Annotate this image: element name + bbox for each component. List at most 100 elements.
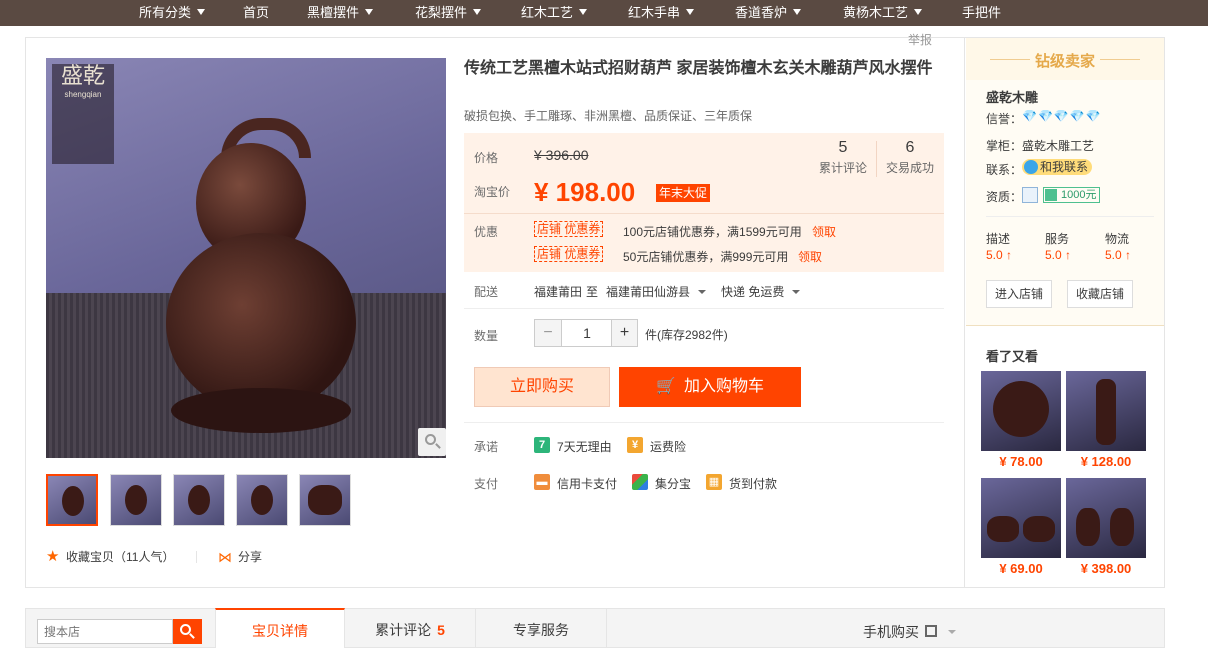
divider [986, 216, 1154, 217]
decrease-button[interactable]: − [535, 320, 562, 346]
main-product-image[interactable]: 盛乾 shengqian [46, 58, 446, 458]
promise-item[interactable]: 7天无理由 [557, 438, 612, 455]
cash-on-delivery-icon: ▦ [706, 474, 722, 490]
thumbnail[interactable] [236, 474, 288, 526]
nav-item-redwood-bracelet[interactable]: 红木手串 [628, 0, 695, 26]
caret-down-icon [698, 290, 707, 294]
buy-now-button[interactable]: 立即购买 [474, 367, 610, 407]
shop-name[interactable]: 盛乾木雕 [986, 87, 1038, 106]
logo-subtext: shengqian [64, 90, 102, 99]
logo-text: 盛乾 [60, 64, 105, 89]
quantity-label: 数量 [474, 329, 499, 343]
nav-label: 手把件 [962, 5, 1002, 20]
contact-button[interactable]: 和我联系 [1022, 159, 1093, 175]
nav-label: 首页 [243, 5, 270, 20]
nav-item-incense[interactable]: 香道香炉 [735, 0, 802, 26]
tab-label: 宝贝详情 [252, 623, 308, 639]
shop-search-input[interactable] [37, 619, 173, 644]
caret-down-icon [365, 9, 374, 15]
bond-amount: 1000元 [1061, 189, 1097, 201]
share-link[interactable]: 分享 [238, 548, 262, 566]
delivery-destination-select[interactable]: 福建莆田仙游县 [606, 283, 707, 300]
gourd-base [171, 388, 351, 433]
reviews-stat[interactable]: 5 累计评论 [810, 137, 876, 177]
method-text: 快递 免运费 [721, 285, 785, 299]
report-link[interactable]: 举报 [908, 31, 932, 48]
thumbnail[interactable] [46, 474, 98, 526]
nav-item-rosewood[interactable]: 花梨摆件 [415, 0, 482, 26]
claim-coupon-link[interactable]: 领取 [798, 248, 822, 265]
quantity-input[interactable] [563, 320, 611, 346]
seller-level: 钻级卖家 [1034, 53, 1095, 70]
bond-icon [1045, 189, 1057, 201]
original-price: ¥ 396.00 [534, 147, 589, 163]
current-price: ¥ 198.00 [534, 177, 636, 207]
fav-item-link[interactable]: 收藏宝贝（11人气） [66, 548, 174, 566]
thumbnail[interactable] [173, 474, 225, 526]
delivery-method-select[interactable]: 快递 免运费 [721, 283, 801, 300]
nav-label: 香道香炉 [735, 5, 788, 20]
payment-label: 支付 [474, 477, 499, 491]
nav-label: 红木工艺 [521, 5, 574, 20]
keeper-label: 掌柜： [986, 139, 1023, 153]
reviews-count: 5 [838, 139, 848, 156]
nav-item-ebony[interactable]: 黑檀摆件 [307, 0, 374, 26]
claim-coupon-link[interactable]: 领取 [812, 223, 836, 240]
search-button[interactable] [173, 619, 202, 644]
price-panel: 价格 ¥ 396.00 淘宝价 ¥ 198.00 年末大促 5 累计评论 6 交… [464, 133, 944, 272]
enter-shop-button[interactable]: 进入店铺 [986, 280, 1053, 308]
share-icon[interactable]: ⋈ [218, 548, 232, 566]
keeper-name: 盛乾木雕工艺 [1022, 139, 1095, 153]
tab-services[interactable]: 专享服务 [476, 608, 607, 648]
also-viewed-price[interactable]: ¥ 398.00 [1066, 561, 1146, 576]
product-title: 传统工艺黑檀木站式招财葫芦 家居装饰檀木玄关木雕葫芦风水摆件 [464, 60, 933, 77]
nav-label: 黄杨木工艺 [843, 5, 909, 20]
also-viewed-image[interactable] [981, 478, 1061, 558]
also-viewed-image[interactable] [1066, 371, 1146, 451]
taobao-price-label: 淘宝价 [474, 185, 511, 199]
caret-down-icon [579, 9, 588, 15]
payment-item[interactable]: 集分宝 [655, 475, 691, 492]
score-label: 描述 [986, 232, 1011, 246]
payment-item[interactable]: 货到付款 [729, 475, 777, 492]
also-viewed-price[interactable]: ¥ 128.00 [1066, 454, 1146, 469]
nav-label: 黑檀摆件 [307, 5, 360, 20]
delivery-from: 福建莆田 [534, 285, 583, 299]
payment-item[interactable]: 信用卡支付 [557, 475, 617, 492]
nav-item-all-categories[interactable]: 所有分类 [139, 0, 206, 26]
tab-item-details[interactable]: 宝贝详情 [215, 608, 345, 648]
thumbnail[interactable] [110, 474, 162, 526]
also-viewed-price[interactable]: ¥ 69.00 [981, 561, 1061, 576]
also-viewed-image[interactable] [1066, 478, 1146, 558]
qr-code-icon[interactable] [925, 625, 937, 637]
divider [1100, 59, 1140, 60]
fav-share-row: ★ 收藏宝贝（11人气） ⋈ 分享 [46, 548, 306, 566]
credit-card-icon: ▬ [534, 474, 550, 490]
coupon-tag: 店铺 优惠券 [534, 221, 604, 237]
tab-count: 5 [437, 622, 445, 638]
wangwang-icon [1024, 160, 1038, 174]
certification-icon[interactable] [1022, 187, 1038, 203]
fav-shop-button[interactable]: 收藏店铺 [1067, 280, 1134, 308]
star-icon[interactable]: ★ [46, 548, 59, 566]
divider [196, 551, 197, 563]
tab-reviews[interactable]: 累计评论 5 [345, 608, 476, 648]
delivery-label: 配送 [474, 285, 499, 299]
caret-down-icon [914, 9, 923, 15]
bond-badge[interactable]: 1000元 [1043, 187, 1101, 203]
nav-item-redwood-craft[interactable]: 红木工艺 [521, 0, 588, 26]
coupon-tag: 店铺 优惠券 [534, 246, 604, 262]
nav-item-boxwood[interactable]: 黄杨木工艺 [843, 0, 923, 26]
also-viewed-price[interactable]: ¥ 78.00 [981, 454, 1061, 469]
zoom-icon[interactable] [418, 428, 446, 456]
divider [464, 308, 944, 309]
add-to-cart-button[interactable]: 🛒 加入购物车 [619, 367, 801, 407]
nav-item-handpiece[interactable]: 手把件 [962, 0, 1001, 26]
caret-down-icon [473, 9, 482, 15]
increase-button[interactable]: + [611, 320, 637, 346]
mobile-buy-link[interactable]: 手机购买 [863, 622, 919, 642]
also-viewed-image[interactable] [981, 371, 1061, 451]
thumbnail[interactable] [299, 474, 351, 526]
promise-item[interactable]: 运费险 [650, 438, 686, 455]
nav-item-home[interactable]: 首页 [243, 0, 269, 26]
